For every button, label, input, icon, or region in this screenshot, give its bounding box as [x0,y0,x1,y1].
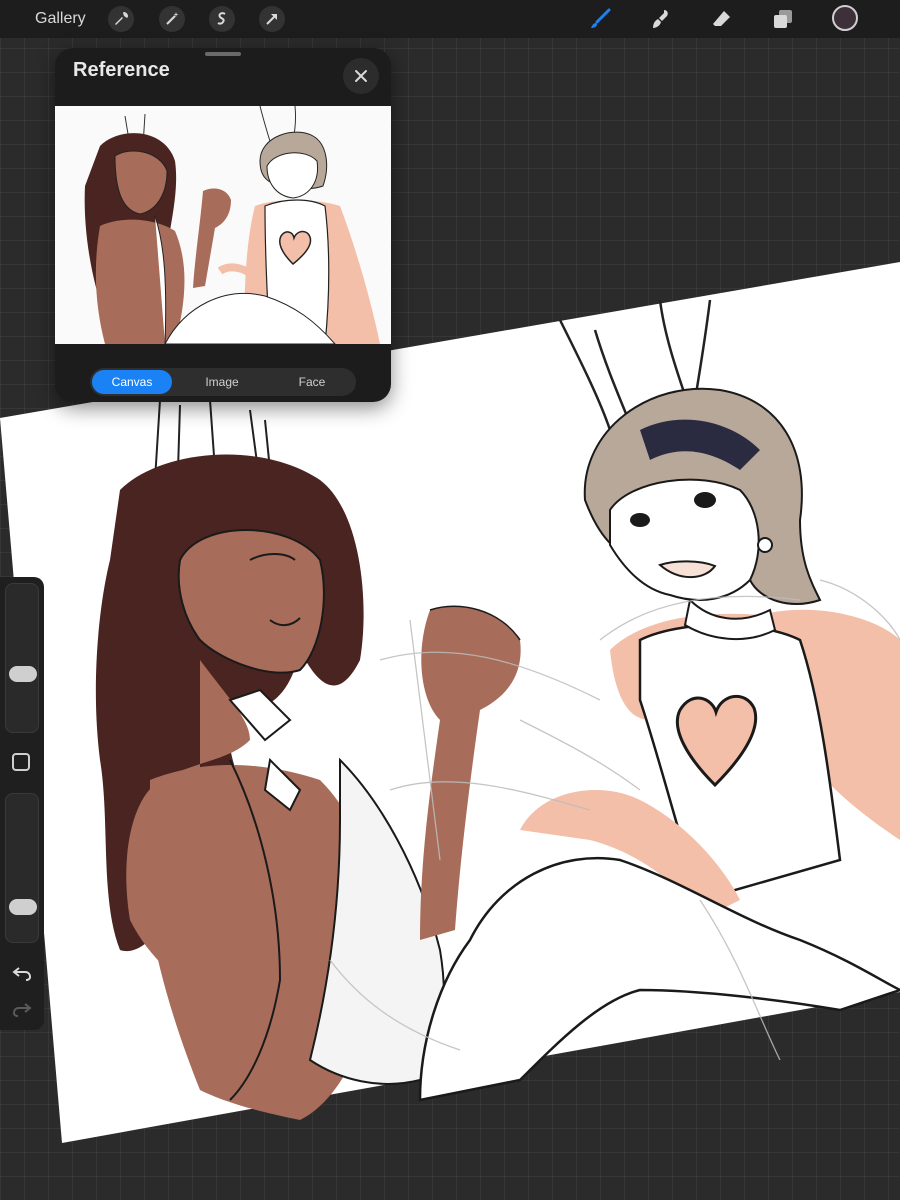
modify-square-button[interactable] [12,753,30,771]
reference-preview [55,106,391,344]
brush-size-thumb[interactable] [9,666,37,683]
smudge-tool-button[interactable] [647,5,675,33]
layers-button[interactable] [769,5,797,33]
left-sidebar [0,577,44,1030]
magic-wand-icon [166,12,179,25]
color-picker-button[interactable] [832,5,858,31]
tab-image[interactable]: Image [182,370,262,394]
opacity-slider[interactable] [5,793,39,943]
reference-close-button[interactable] [343,58,379,94]
reference-panel[interactable]: Reference Canvas Image Face [55,48,391,402]
tab-face[interactable]: Face [272,370,352,394]
reference-title: Reference [73,59,170,81]
wrench-icon [115,12,128,25]
brush-icon [591,8,611,28]
reference-drag-handle[interactable] [205,52,241,56]
eraser-icon [713,11,730,26]
reference-thumbnail [84,106,380,344]
selection-icon [217,12,226,25]
smudge-icon [653,10,668,28]
selection-button[interactable] [209,6,235,32]
top-toolbar: Gallery [0,0,900,38]
brush-tool-button[interactable] [586,5,614,33]
brush-size-slider[interactable] [5,583,39,733]
redo-icon[interactable] [10,997,34,1021]
adjustments-button[interactable] [159,6,185,32]
actions-button[interactable] [108,6,134,32]
layers-icon [774,10,792,28]
opacity-thumb[interactable] [9,898,37,915]
transform-arrow-icon [266,14,277,25]
tab-canvas[interactable]: Canvas [92,370,172,394]
close-icon [355,70,367,82]
transform-button[interactable] [259,6,285,32]
eraser-tool-button[interactable] [708,5,736,33]
undo-icon[interactable] [10,961,34,985]
reference-tab-bar: Canvas Image Face [90,368,356,396]
gallery-button[interactable]: Gallery [35,10,86,28]
